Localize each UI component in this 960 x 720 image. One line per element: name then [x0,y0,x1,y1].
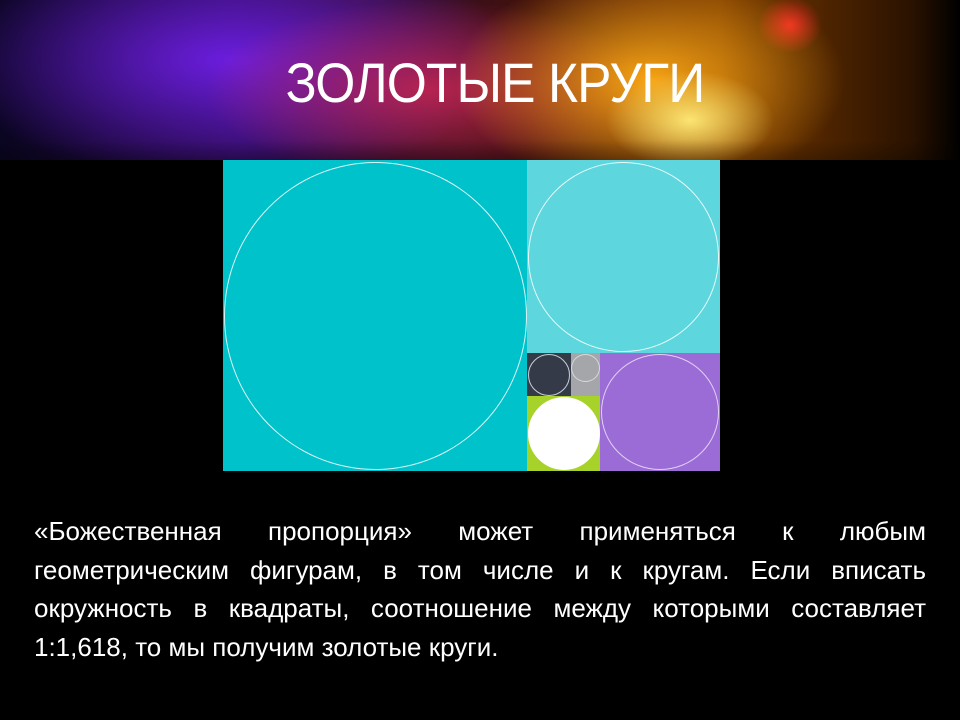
white-circle [528,397,600,470]
golden-circles-figure [223,160,720,471]
dark-circle [528,354,570,396]
gray-circle [571,354,600,382]
medium-circle [528,162,719,352]
large-circle [224,162,527,470]
body-text: «Божественная пропорция» может применять… [34,516,926,662]
purple-circle [601,354,719,470]
slide-title: ЗОЛОТЫЕ КРУГИ [285,51,706,114]
